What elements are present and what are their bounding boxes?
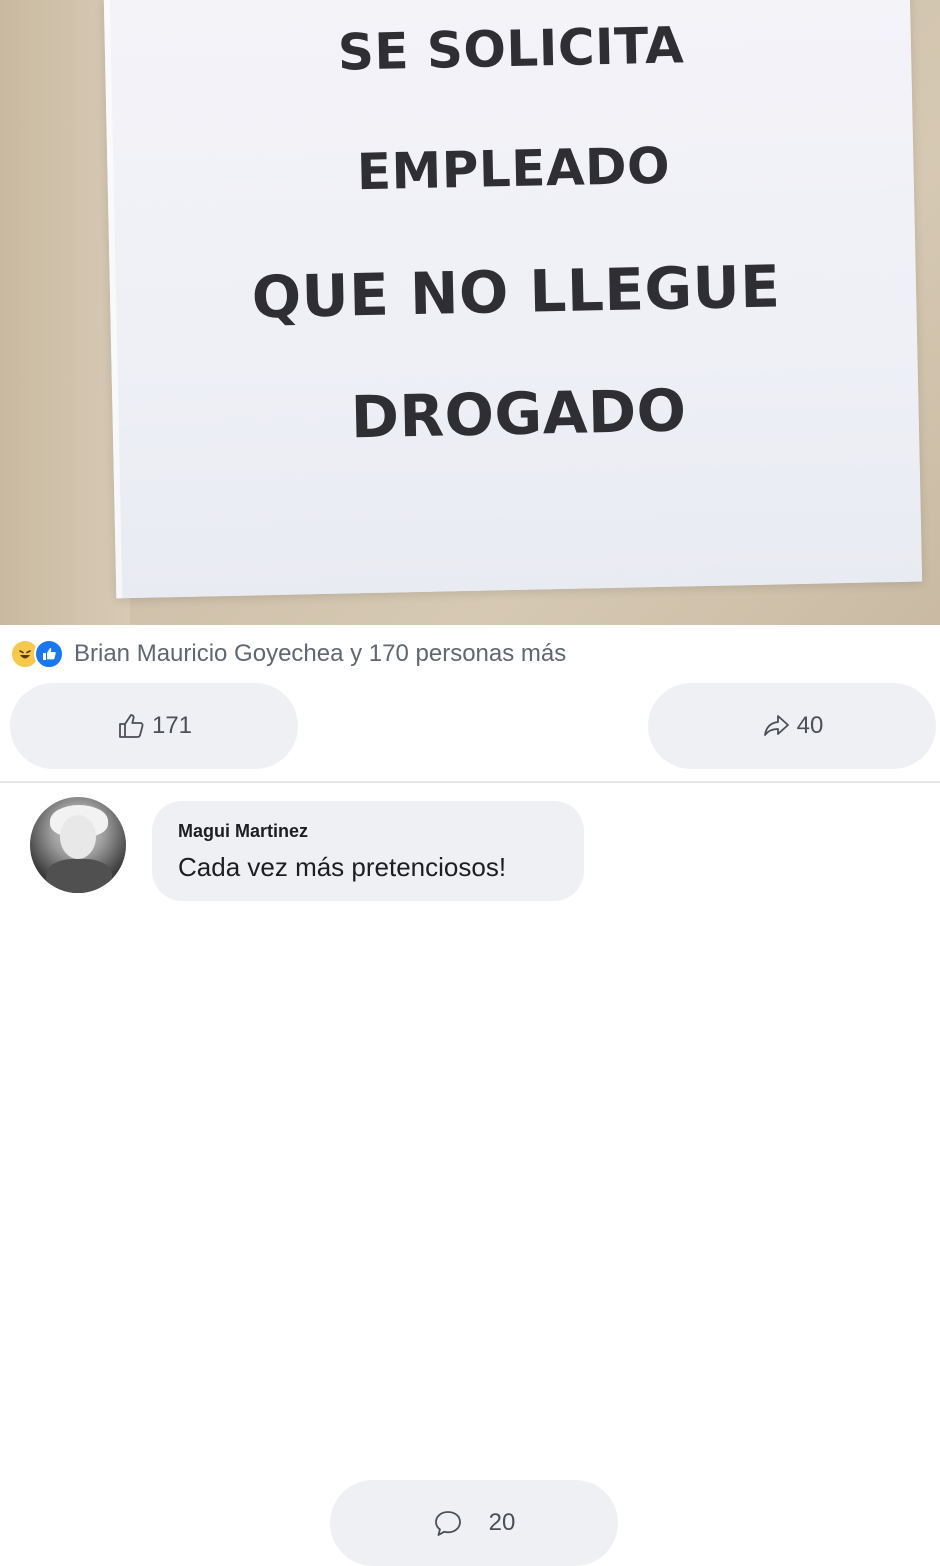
divider <box>0 781 940 783</box>
post-actions: 171 20 40 <box>0 683 940 1566</box>
comment-bubble: Magui Martinez Cada vez más pretenciosos… <box>152 801 584 901</box>
share-count: 40 <box>796 712 824 739</box>
comment-author[interactable]: Magui Martinez <box>178 821 558 842</box>
comment-count: 20 <box>488 1509 516 1536</box>
comment-button[interactable]: 20 <box>330 1480 618 1566</box>
sign-line-3: QUE NO LLEGUE <box>251 252 782 332</box>
avatar[interactable] <box>30 797 126 893</box>
post-image[interactable]: SE SOLICITA EMPLEADO QUE NO LLEGUE DROGA… <box>0 0 940 625</box>
thumbs-up-icon <box>119 714 144 738</box>
comment-bubble-icon <box>434 1511 461 1536</box>
like-reaction-icon <box>34 639 64 669</box>
avatar-body <box>46 859 112 893</box>
share-arrow-icon <box>763 715 789 736</box>
avatar-face <box>60 815 96 859</box>
sign-line-1: SE SOLICITA <box>337 16 685 82</box>
paper-sign: SE SOLICITA EMPLEADO QUE NO LLEGUE DROGA… <box>103 0 923 599</box>
reactions-summary[interactable]: Brian Mauricio Goyechea y 170 personas m… <box>10 636 566 672</box>
sign-line-2: EMPLEADO <box>356 136 671 202</box>
like-button[interactable]: 171 <box>10 683 298 769</box>
reactors-text[interactable]: Brian Mauricio Goyechea y 170 personas m… <box>74 640 566 668</box>
sign-line-4: DROGADO <box>350 376 688 452</box>
like-count: 171 <box>151 712 193 739</box>
reaction-icons <box>10 639 64 669</box>
comment-text: Cada vez más pretenciosos! <box>178 852 507 882</box>
comment-item: Magui Martinez Cada vez más pretenciosos… <box>30 797 584 901</box>
share-button[interactable]: 40 <box>648 683 936 769</box>
